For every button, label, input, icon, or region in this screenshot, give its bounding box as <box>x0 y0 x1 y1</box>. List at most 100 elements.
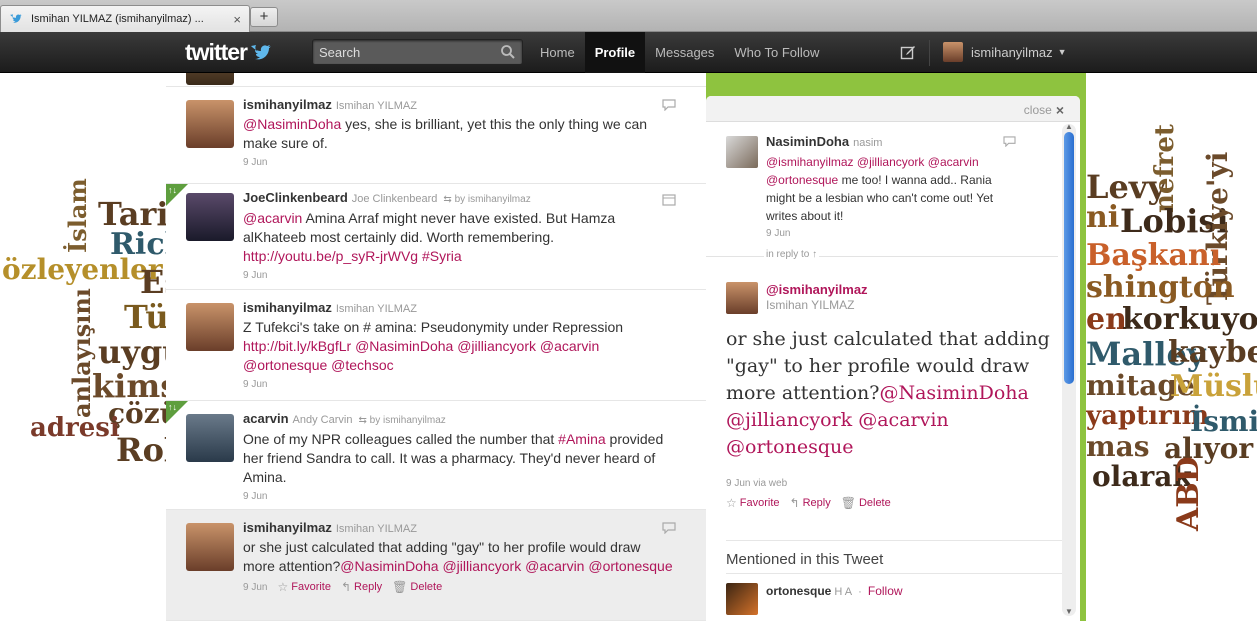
avatar[interactable] <box>186 100 234 148</box>
tweet-link[interactable]: @acarvin <box>525 558 584 574</box>
wordcloud-word: Rich <box>110 227 166 262</box>
reply-bubble-icon[interactable] <box>662 99 676 111</box>
mention-username[interactable]: ortonesque <box>766 584 831 598</box>
media-icon[interactable] <box>662 194 676 206</box>
delete-button[interactable]: 🗑 Delete <box>841 496 891 510</box>
reply-button[interactable]: ↰ Reply <box>790 496 831 510</box>
tweet-username[interactable]: acarvin <box>243 411 289 426</box>
tweet-link[interactable]: @jilliancyork <box>442 558 521 574</box>
tweet-date[interactable]: 9 Jun <box>766 228 1016 239</box>
retweeted-by: by ismihanyilmaz <box>454 194 531 205</box>
logo-text: twitter <box>185 39 248 65</box>
tweet-link[interactable]: #Amina <box>558 431 605 447</box>
nav-home[interactable]: Home <box>530 32 585 73</box>
tweet[interactable]: ↑↓ acarvin Andy Carvin ⇆ by ismihanyilmaz … <box>166 401 706 510</box>
delete-button[interactable]: 🗑 Delete <box>392 580 442 594</box>
browser-tab-bar: Ismihan YILMAZ (ismihanyilmaz) ... × + <box>0 0 1257 32</box>
tweet-link[interactable]: @jilliancyork <box>857 155 925 169</box>
tweet-meta[interactable]: 9 Jun via web <box>726 478 787 489</box>
browser-tab[interactable]: Ismihan YILMAZ (ismihanyilmaz) ... × <box>0 5 250 32</box>
tweet-link[interactable]: @ortonesque <box>243 357 327 373</box>
tweet-username[interactable]: ismihanyilmaz <box>243 520 332 535</box>
tweet-link[interactable]: @ortonesque <box>726 436 853 458</box>
tweet-link[interactable]: @NasiminDoha <box>879 382 1028 404</box>
avatar <box>186 73 234 85</box>
close-icon[interactable]: × <box>233 12 241 27</box>
tweet-selected[interactable]: ismihanyilmaz Ismihan YILMAZ or she just … <box>166 510 706 621</box>
avatar[interactable] <box>186 414 234 462</box>
tweet-link[interactable]: @NasiminDoha <box>243 116 341 132</box>
tweet[interactable]: ismihanyilmaz Ismihan YILMAZ Z Tufekci's … <box>166 290 706 401</box>
scrollbar-thumb[interactable] <box>1064 132 1074 384</box>
close-label: close <box>1023 103 1052 117</box>
follow-button[interactable]: Follow <box>868 584 903 598</box>
tweet-date[interactable]: 9 Jun <box>243 491 267 502</box>
new-tab-button[interactable]: + <box>250 7 278 27</box>
wordcloud-word: adresi <box>30 413 120 443</box>
delete-label: Delete <box>858 497 891 509</box>
tweet-link[interactable]: @ismihanyilmaz <box>766 155 854 169</box>
tweet-link[interactable]: #Syria <box>422 248 462 264</box>
avatar[interactable] <box>726 136 758 168</box>
tweet-link[interactable]: @NasiminDoha <box>355 338 453 354</box>
tweet-link[interactable]: @jilliancyork <box>726 409 852 431</box>
tweet-username[interactable]: ismihanyilmaz <box>243 97 332 112</box>
tweet-date[interactable]: 9 Jun <box>243 582 267 593</box>
tweet-link[interactable]: @jilliancyork <box>457 338 536 354</box>
avatar[interactable] <box>186 193 234 241</box>
nav-who-to-follow[interactable]: Who To Follow <box>724 32 829 73</box>
reply-bubble-icon[interactable] <box>1003 136 1016 147</box>
avatar[interactable] <box>186 523 234 571</box>
close-button[interactable]: close × <box>1024 102 1064 118</box>
favorite-label: Favorite <box>291 581 331 593</box>
favorite-button[interactable]: ☆ Favorite <box>726 496 780 510</box>
tweet-fullname: nasim <box>853 137 883 149</box>
tweet-username[interactable]: @ismihanyilmaz <box>766 282 868 297</box>
tweet-text: @ismihanyilmaz @jilliancyork @acarvin @o… <box>766 153 1016 225</box>
wordcloud-word: İslam <box>63 178 92 253</box>
tweet-fullname: Joe Clinkenbeard <box>351 193 438 205</box>
tweet-link[interactable]: @NasiminDoha <box>340 558 438 574</box>
tweet-username[interactable]: JoeClinkenbeard <box>243 190 348 205</box>
tweet-link[interactable]: @acarvin <box>243 210 302 226</box>
trash-icon: 🗑 <box>840 496 856 510</box>
tweet[interactable]: ismihanyilmaz Ismihan YILMAZ @NasiminDoha… <box>166 87 706 184</box>
tweet-link[interactable]: @ortonesque <box>588 558 672 574</box>
nav-messages[interactable]: Messages <box>645 32 724 73</box>
trash-icon: 🗑 <box>392 580 408 594</box>
mentioned-user[interactable]: ortonesque H A · Follow <box>726 573 1076 615</box>
user-menu[interactable]: ismihanyilmaz ▼ <box>943 42 1067 62</box>
scrollbar[interactable]: ▲ ▼ <box>1062 122 1076 616</box>
reply-button[interactable]: ↰ Reply <box>341 580 382 594</box>
twitter-logo[interactable]: twitter <box>185 39 273 66</box>
tweet-date[interactable]: 9 Jun <box>243 157 267 168</box>
tweet-text: One of my NPR colleagues called the numb… <box>243 430 676 487</box>
avatar[interactable] <box>726 583 758 615</box>
tweet-date[interactable]: 9 Jun <box>243 379 267 390</box>
tweet-link[interactable]: @acarvin <box>928 155 979 169</box>
tweet-date[interactable]: 9 Jun <box>243 270 267 281</box>
tweet-link[interactable]: @techsoc <box>331 357 393 373</box>
tweet-link[interactable]: http://bit.ly/kBgfLr <box>243 338 351 354</box>
tweet-text-segment: One of my NPR colleagues called the numb… <box>243 431 559 447</box>
tweet-link[interactable]: @ortonesque <box>766 173 838 187</box>
tweet-link[interactable]: @acarvin <box>858 409 948 431</box>
avatar[interactable] <box>726 282 758 314</box>
tweet-actions: ☆ Favorite ↰ Reply 🗑 Delete <box>716 496 891 510</box>
tweet-username[interactable]: ismihanyilmaz <box>243 300 332 315</box>
search-icon[interactable] <box>500 44 516 60</box>
favorite-button[interactable]: ☆ Favorite <box>277 580 331 594</box>
search-input[interactable] <box>313 40 488 64</box>
tweet-username[interactable]: NasiminDoha <box>766 134 849 149</box>
tweet[interactable]: ↑↓ JoeClinkenbeard Joe Clinkenbeard ⇆ by i… <box>166 184 706 290</box>
avatar[interactable] <box>186 303 234 351</box>
tweet-link[interactable]: @acarvin <box>540 338 599 354</box>
scroll-up-icon[interactable]: ▲ <box>1065 122 1073 131</box>
scroll-down-icon[interactable]: ▼ <box>1065 607 1073 616</box>
in-reply-to-link[interactable]: in reply to ↑ <box>764 249 820 260</box>
wordcloud-word: mas <box>1086 430 1150 463</box>
compose-icon[interactable] <box>900 44 916 60</box>
tweet-link[interactable]: http://youtu.be/p_syR-jrWVg <box>243 248 418 264</box>
nav-profile[interactable]: Profile <box>584 32 646 73</box>
reply-bubble-icon[interactable] <box>662 522 676 534</box>
